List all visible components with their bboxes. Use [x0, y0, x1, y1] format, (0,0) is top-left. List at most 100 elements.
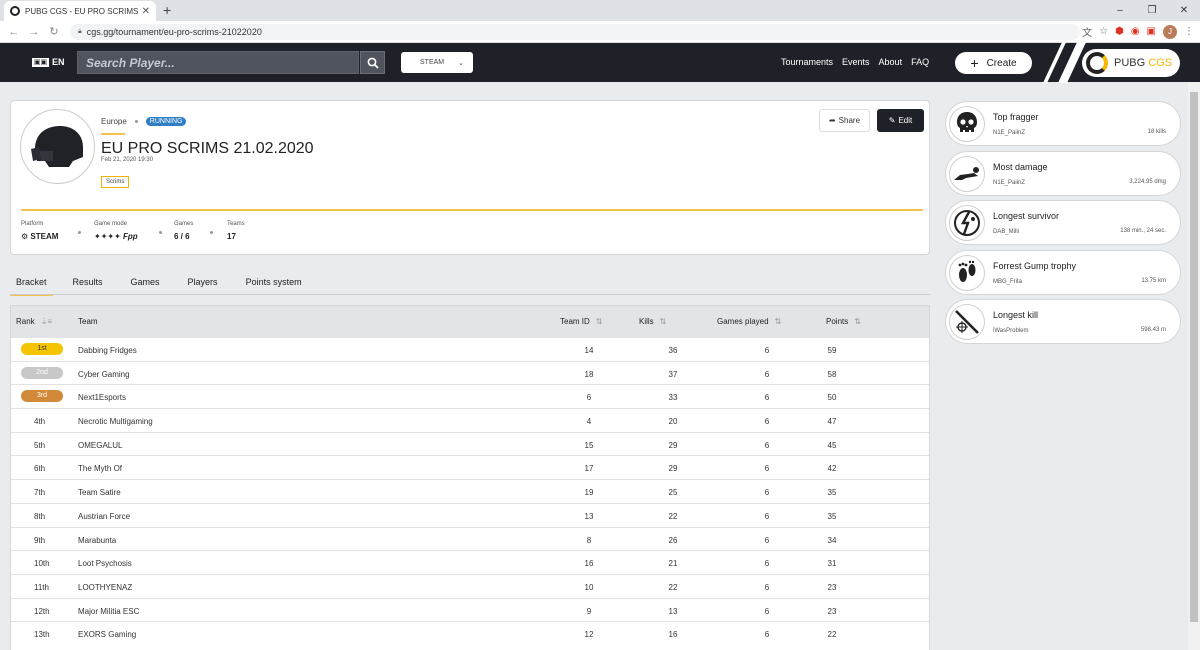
- award-card[interactable]: Top fragger N1E_PaiinZ 18 kills: [945, 101, 1181, 146]
- award-player-name[interactable]: MBG_Frita: [993, 279, 1022, 285]
- award-card[interactable]: Longest kill iWasProblem 598.43 m: [945, 299, 1181, 345]
- tab-points-system[interactable]: Points system: [246, 276, 302, 296]
- tab-results[interactable]: Results: [73, 276, 103, 296]
- games-played-cell: 6: [764, 559, 770, 569]
- table-row[interactable]: 11th LOOTHYENAZ 10 22 6 23: [11, 573, 929, 598]
- table-row[interactable]: 6th The Myth Of 17 29 6 42: [11, 455, 929, 479]
- platform-info-value: STEAM: [30, 232, 59, 241]
- tab-players[interactable]: Players: [188, 276, 218, 296]
- games-played-column-header[interactable]: Games played ⇅: [717, 317, 781, 326]
- team-name-cell[interactable]: Next1Esports: [78, 393, 126, 402]
- table-row[interactable]: 9th Marabunta 8 26 6 34: [11, 526, 929, 551]
- team-name-cell[interactable]: Austrian Force: [78, 512, 130, 521]
- team-name-cell[interactable]: Team Satire: [78, 488, 121, 497]
- team-name-cell[interactable]: The Myth Of: [78, 464, 122, 473]
- title-accent-line: [101, 133, 125, 135]
- teams-info: Teams 17: [227, 221, 245, 241]
- edit-button[interactable]: ✎ Edit: [877, 109, 924, 132]
- table-row[interactable]: 5th OMEGALUL 15 29 6 45: [11, 431, 929, 456]
- team-name-cell[interactable]: LOOTHYENAZ: [78, 583, 132, 592]
- team-name-cell[interactable]: Major Militia ESC: [78, 607, 139, 616]
- team-name-cell[interactable]: Cyber Gaming: [78, 370, 130, 379]
- browser-tab-strip: PUBG CGS - EU PRO SCRIMS 21.0 ✕ + – ❐ ✕: [0, 0, 1200, 21]
- points-column-header[interactable]: Points ⇅: [826, 317, 861, 326]
- minimize-icon[interactable]: –: [1104, 0, 1136, 21]
- reload-icon[interactable]: ↻: [48, 25, 60, 38]
- window-controls: – ❐ ✕: [1104, 0, 1200, 21]
- team-id-column-header[interactable]: Team ID ⇅: [560, 317, 603, 326]
- kills-column-header[interactable]: Kills ⇅: [639, 317, 666, 326]
- platform-select[interactable]: STEAM ⌄: [401, 52, 473, 73]
- award-player-name[interactable]: DAB_Milli: [993, 229, 1019, 235]
- points-header-label: Points: [826, 317, 849, 326]
- browser-tab[interactable]: PUBG CGS - EU PRO SCRIMS 21.0 ✕: [4, 1, 156, 21]
- language-switcher[interactable]: ▣▣ EN: [32, 57, 65, 67]
- rank-column-header[interactable]: Rank ⇣≡: [16, 317, 52, 326]
- new-tab-icon[interactable]: +: [163, 2, 171, 18]
- nav-events[interactable]: Events: [842, 57, 870, 67]
- team-id-cell: 8: [586, 535, 592, 545]
- nav-tournaments[interactable]: Tournaments: [781, 57, 833, 67]
- browser-menu-icon[interactable]: ⋮: [1184, 26, 1194, 37]
- rank-cell: 12th: [34, 606, 50, 616]
- bookmark-star-icon[interactable]: ☆: [1099, 26, 1108, 37]
- table-row[interactable]: 2nd Cyber Gaming 18 37 6 58: [11, 360, 929, 385]
- nav-about[interactable]: About: [879, 57, 903, 67]
- restore-icon[interactable]: ❐: [1136, 0, 1168, 21]
- pubg-cgs-logo[interactable]: PUBG CGS: [1082, 49, 1180, 77]
- award-card[interactable]: Most damage N1E_PaiinZ 3,224.95 dmg: [945, 150, 1181, 196]
- nav-faq[interactable]: FAQ: [911, 57, 929, 67]
- kills-cell: 29: [668, 464, 678, 474]
- plus-icon: +: [970, 55, 979, 71]
- search-button[interactable]: [360, 51, 385, 74]
- tournament-tag[interactable]: Scrims: [101, 176, 130, 188]
- extension-icon-2[interactable]: ◉: [1131, 26, 1140, 37]
- forward-icon[interactable]: →: [28, 26, 40, 38]
- back-icon[interactable]: ←: [8, 26, 20, 38]
- team-name-cell[interactable]: OMEGALUL: [78, 441, 122, 450]
- status-badge: RUNNING: [145, 117, 187, 126]
- close-tab-icon[interactable]: ✕: [142, 6, 150, 17]
- kills-cell: 20: [668, 417, 678, 427]
- points-cell: 23: [827, 582, 837, 592]
- rank-cell: 9th: [34, 535, 46, 545]
- table-row[interactable]: 3rd Next1Esports 6 33 6 50: [11, 384, 929, 408]
- tab-bracket[interactable]: Bracket: [10, 276, 53, 296]
- table-row[interactable]: 13th EXORS Gaming 12 16 6 22: [11, 621, 929, 645]
- award-player-name[interactable]: N1E_PaiinZ: [993, 180, 1025, 186]
- award-card[interactable]: Longest survivor DAB_Milli 138 min., 24 se…: [945, 200, 1181, 246]
- table-row[interactable]: 8th Austrian Force 13 22 6 35: [11, 502, 929, 527]
- award-player-name[interactable]: iWasProblem: [993, 328, 1028, 334]
- create-button[interactable]: + Create: [955, 52, 1032, 74]
- rank-badge: 2nd: [21, 366, 63, 379]
- share-button[interactable]: ➦ Share: [819, 109, 870, 132]
- games-played-header-label: Games played: [717, 317, 769, 326]
- close-window-icon[interactable]: ✕: [1168, 0, 1200, 21]
- team-name-cell[interactable]: Dabbing Fridges: [78, 346, 137, 355]
- rank-header-label: Rank: [16, 317, 35, 326]
- team-name-cell[interactable]: EXORS Gaming: [78, 630, 136, 639]
- tab-games[interactable]: Games: [131, 276, 160, 296]
- award-player-name[interactable]: N1E_PaiinZ: [993, 130, 1025, 136]
- separator-dot: [134, 120, 138, 123]
- translate-icon[interactable]: 文: [1082, 24, 1092, 39]
- table-row[interactable]: 12th Major Militia ESC 9 13 6 23: [11, 597, 929, 622]
- table-row[interactable]: 4th Necrotic Multigaming 4 20 6 47: [11, 408, 929, 432]
- award-title: Forrest Gump trophy: [993, 260, 1077, 271]
- search-player-input[interactable]: Search Player...: [77, 51, 359, 74]
- team-name-cell[interactable]: Loot Psychosis: [78, 559, 132, 568]
- table-row[interactable]: 10th Loot Psychosis 16 21 6 31: [11, 550, 929, 574]
- award-card[interactable]: Forrest Gump trophy MBG_Frita 13.75 km: [945, 249, 1181, 295]
- team-name-cell[interactable]: Marabunta: [78, 536, 116, 545]
- sort-icon: ⇅: [659, 317, 667, 326]
- extension-icon-3[interactable]: ▣: [1147, 26, 1156, 37]
- team-id-cell: 12: [584, 630, 594, 640]
- address-bar[interactable]: 🔒︎ cgs.gg/tournament/eu-pro-scrims-21022…: [70, 24, 1080, 40]
- scrollbar-thumb[interactable]: [1190, 92, 1198, 622]
- platform-info-label: Platform: [21, 221, 44, 227]
- extension-icon[interactable]: ⬢: [1115, 26, 1124, 37]
- team-name-cell[interactable]: Necrotic Multigaming: [78, 417, 153, 426]
- table-row[interactable]: 1st Dabbing Fridges 14 36 6 59: [11, 337, 929, 361]
- profile-avatar[interactable]: J: [1163, 24, 1177, 39]
- table-row[interactable]: 7th Team Satire 19 25 6 35: [11, 479, 929, 503]
